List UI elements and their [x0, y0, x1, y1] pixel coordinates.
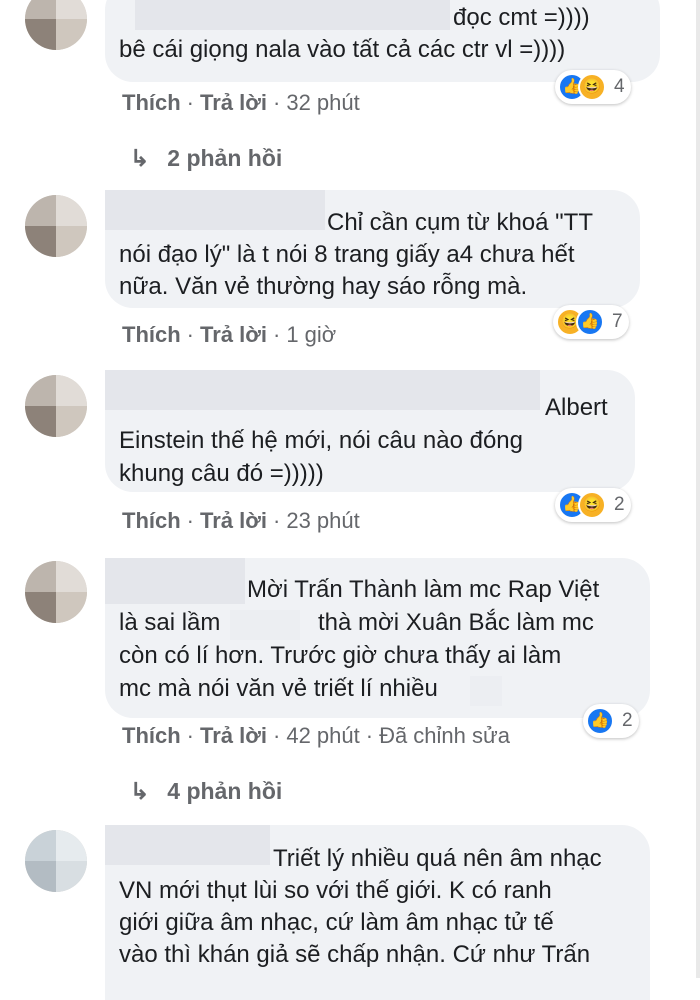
redacted-name [105, 190, 325, 230]
like-link[interactable]: Thích [122, 322, 181, 347]
timestamp[interactable]: 32 phút [286, 90, 359, 115]
reaction-count: 2 [614, 494, 625, 515]
comment-text: Triết lý nhiều quá nên âm nhạc [273, 845, 602, 872]
comment-text: VN mới thụt lùi so với thế giới. K có ra… [119, 877, 552, 904]
comment-actions: Thích · Trả lời · 1 giờ [122, 322, 337, 347]
reaction-summary[interactable]: 👍 2 [583, 704, 639, 738]
timestamp[interactable]: 42 phút [286, 723, 359, 748]
timestamp[interactable]: 1 giờ [286, 322, 336, 347]
comment-bubble: Triết lý nhiều quá nên âm nhạc VN mới th… [105, 825, 650, 1000]
comment-actions: Thích · Trả lời · 23 phút [122, 508, 360, 533]
scrollbar[interactable] [696, 0, 700, 978]
avatar[interactable] [25, 830, 87, 892]
like-link[interactable]: Thích [122, 723, 181, 748]
reply-link[interactable]: Trả lời [200, 322, 267, 347]
like-icon: 👍 [576, 308, 604, 336]
avatar[interactable] [25, 375, 87, 437]
reaction-count: 4 [614, 76, 625, 97]
redacted-text [230, 610, 300, 640]
comment-text: nữa. Văn vẻ thường hay sáo rỗng mà. [119, 273, 528, 300]
redacted-name [135, 0, 450, 30]
comment-text: thà mời Xuân Bắc làm mc [318, 609, 594, 636]
reaction-summary[interactable]: 👍 😆 4 [555, 70, 631, 104]
reply-link[interactable]: Trả lời [200, 723, 267, 748]
avatar[interactable] [25, 0, 87, 50]
like-icon: 👍 [586, 707, 614, 735]
comment-text: bê cái giọng nala vào tất cả các ctr vl … [119, 36, 566, 63]
redacted-name [105, 370, 540, 410]
comment-text: mc mà nói văn vẻ triết lí nhiều [119, 675, 438, 702]
view-replies-link[interactable]: ↳ 2 phản hồi [130, 145, 282, 172]
haha-icon: 😆 [578, 73, 606, 101]
reply-link[interactable]: Trả lời [200, 508, 267, 533]
comment-text: là sai lầm [119, 609, 221, 636]
redacted-name [105, 558, 245, 604]
comment-bubble: Chỉ cần cụm từ khoá "TT nói đạo lý" là t… [105, 190, 640, 308]
haha-icon: 😆 [578, 491, 606, 519]
comment-text: còn có lí hơn. Trước giờ chưa thấy ai là… [119, 642, 562, 669]
view-replies-link[interactable]: ↳ 4 phản hồi [130, 778, 282, 805]
reaction-summary[interactable]: 👍 😆 2 [555, 488, 631, 522]
comment-bubble: Mời Trấn Thành làm mc Rap Việt là sai lầ… [105, 558, 650, 718]
reply-arrow-icon: ↳ [130, 145, 150, 171]
like-link[interactable]: Thích [122, 508, 181, 533]
comment-text: vào thì khán giả sẽ chấp nhận. Cứ như Tr… [119, 941, 591, 968]
comment-actions: Thích · Trả lời · 42 phút · Đã chỉnh sửa [122, 723, 510, 748]
comment-text: Chỉ cần cụm từ khoá "TT [327, 209, 594, 236]
redacted-text [470, 676, 502, 706]
reply-link[interactable]: Trả lời [200, 90, 267, 115]
comment-text: Einstein thế hệ mới, nói câu nào đóng [119, 427, 524, 454]
reply-arrow-icon: ↳ [130, 778, 150, 804]
reaction-count: 7 [612, 311, 623, 332]
comment-actions: Thích · Trả lời · 32 phút [122, 90, 360, 115]
reaction-count: 2 [622, 710, 633, 731]
like-link[interactable]: Thích [122, 90, 181, 115]
comment-text: đọc cmt =)))) [453, 4, 590, 31]
comment-text: giới giữa âm nhạc, cứ làm âm nhạc tử tế [119, 909, 554, 936]
comment-text: khung câu đó =))))) [119, 460, 324, 487]
redacted-name [105, 825, 270, 865]
reaction-summary[interactable]: 😆 👍 7 [553, 305, 629, 339]
avatar[interactable] [25, 561, 87, 623]
comment-text: nói đạo lý" là t nói 8 trang giấy a4 chư… [119, 241, 575, 268]
timestamp[interactable]: 23 phút [286, 508, 359, 533]
comment-text: Mời Trấn Thành làm mc Rap Việt [247, 576, 600, 603]
comment-text: Albert [545, 394, 608, 421]
comment-bubble: Albert Einstein thế hệ mới, nói câu nào … [105, 370, 635, 492]
avatar[interactable] [25, 195, 87, 257]
edited-label[interactable]: Đã chỉnh sửa [379, 723, 510, 748]
